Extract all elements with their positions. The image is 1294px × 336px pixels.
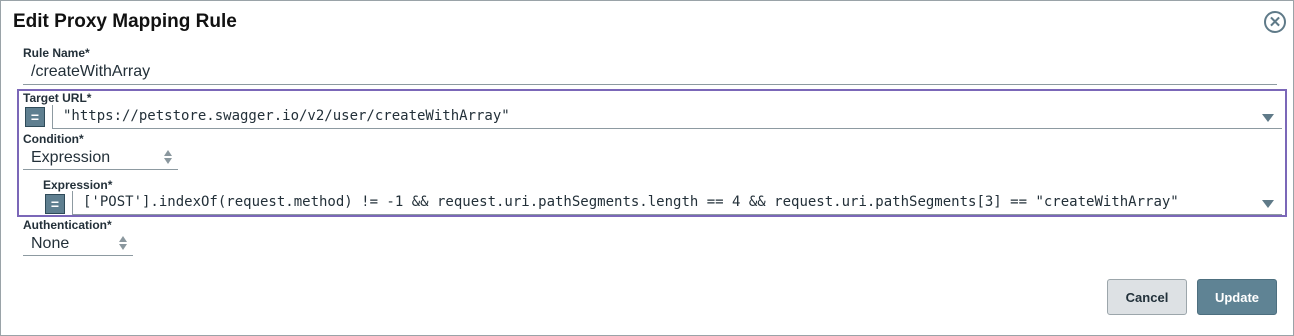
target-url-value: "https://petstore.swagger.io/v2/user/cre… bbox=[63, 108, 510, 124]
condition-select[interactable]: Expression bbox=[23, 146, 178, 170]
target-url-input[interactable]: "https://petstore.swagger.io/v2/user/cre… bbox=[52, 105, 1282, 129]
condition-label: Condition* bbox=[23, 132, 84, 146]
expression-input[interactable]: ['POST'].indexOf(request.method) != -1 &… bbox=[72, 191, 1282, 215]
expression-label: Expression* bbox=[43, 178, 113, 192]
condition-value: Expression bbox=[31, 148, 111, 166]
dialog-title: Edit Proxy Mapping Rule bbox=[13, 11, 237, 32]
authentication-value: None bbox=[31, 234, 70, 252]
target-url-expression-toggle[interactable]: = bbox=[25, 107, 45, 127]
rule-name-label: Rule Name* bbox=[23, 46, 90, 60]
authentication-select[interactable]: None bbox=[23, 232, 133, 256]
select-arrows-icon bbox=[119, 236, 129, 252]
select-arrows-icon bbox=[164, 150, 174, 166]
update-button[interactable]: Update bbox=[1197, 279, 1277, 315]
expression-toggle[interactable]: = bbox=[45, 194, 65, 214]
rule-name-input[interactable]: /createWithArray bbox=[23, 59, 1277, 85]
chevron-down-icon[interactable] bbox=[1262, 200, 1274, 208]
close-icon[interactable]: ✕ bbox=[1264, 11, 1286, 33]
chevron-down-icon[interactable] bbox=[1262, 114, 1274, 122]
rule-name-value: /createWithArray bbox=[31, 62, 151, 80]
cancel-button[interactable]: Cancel bbox=[1107, 279, 1187, 315]
expression-value: ['POST'].indexOf(request.method) != -1 &… bbox=[83, 194, 1179, 210]
authentication-label: Authentication* bbox=[23, 218, 112, 232]
target-url-label: Target URL* bbox=[23, 91, 92, 105]
edit-proxy-mapping-dialog: Edit Proxy Mapping Rule ✕ Rule Name* /cr… bbox=[0, 0, 1294, 336]
